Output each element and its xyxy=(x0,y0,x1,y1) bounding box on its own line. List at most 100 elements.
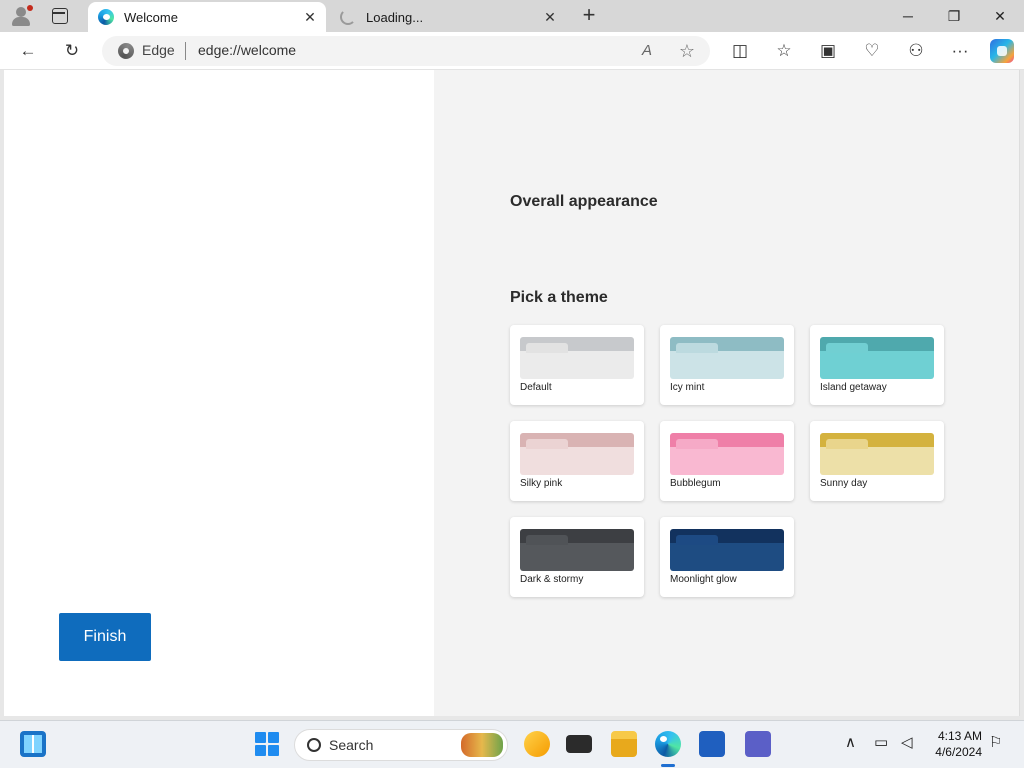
task-view-icon[interactable] xyxy=(566,735,592,753)
taskbar: Search ∧ ▭ ◁ 4:13 AM 4/6/2024 ⚐ xyxy=(0,720,1024,768)
windows-logo-icon xyxy=(255,745,266,756)
search-highlight-image xyxy=(461,733,503,757)
collections-icon[interactable]: ▣ xyxy=(816,39,840,63)
theme-option[interactable]: Island getaway xyxy=(810,325,944,405)
theme-preview-content xyxy=(670,543,784,571)
theme-preview-tab xyxy=(676,439,718,449)
theme-option[interactable]: Icy mint xyxy=(660,325,794,405)
theme-preview-tab xyxy=(526,439,568,449)
tab-strip: Welcome ✕ Loading... ✕ + ─ ❐ ✕ xyxy=(0,0,1024,32)
theme-preview-tab xyxy=(826,439,868,449)
theme-name: Island getaway xyxy=(820,382,887,393)
copilot-icon[interactable] xyxy=(990,39,1014,63)
notification-dot xyxy=(27,5,33,11)
volume-muted-icon[interactable]: ◁ xyxy=(901,733,913,751)
profile-avatar[interactable] xyxy=(10,5,34,27)
extensions-icon[interactable]: ⚇ xyxy=(904,39,928,63)
clock-date: 4/6/2024 xyxy=(935,745,982,759)
profile-icon xyxy=(16,7,26,17)
clock-time: 4:13 AM xyxy=(937,729,982,743)
theme-name: Bubblegum xyxy=(670,478,721,489)
theme-preview-tab xyxy=(676,343,718,353)
browser-essentials-icon[interactable]: ♡ xyxy=(860,39,884,63)
theme-preview-content xyxy=(670,447,784,475)
theme-name: Silky pink xyxy=(520,478,563,489)
theme-option[interactable]: Dark & stormy xyxy=(510,517,644,597)
network-icon[interactable]: ▭ xyxy=(874,733,888,751)
minimize-button[interactable]: ─ xyxy=(896,4,920,28)
theme-option[interactable]: Bubblegum xyxy=(660,421,794,501)
refresh-button[interactable]: ↻ xyxy=(60,39,84,63)
show-hidden-icons-button[interactable]: ∧ xyxy=(845,733,856,751)
edge-taskbar-icon[interactable] xyxy=(655,731,681,757)
tab-welcome[interactable]: Welcome ✕ xyxy=(88,2,326,32)
active-app-indicator xyxy=(661,764,675,767)
loading-spinner-icon xyxy=(340,9,356,25)
finish-button[interactable]: Finish xyxy=(59,613,151,661)
add-favorite-icon[interactable]: ☆ xyxy=(676,40,698,62)
theme-preview xyxy=(670,337,784,379)
theme-preview-tab xyxy=(676,535,718,545)
theme-name: Sunny day xyxy=(820,478,868,489)
pick-theme-heading: Pick a theme xyxy=(510,289,608,306)
split-screen-icon[interactable]: ◫ xyxy=(728,39,752,63)
appearance-pane: Overall appearance Pick a theme Default I… xyxy=(434,70,1020,716)
theme-preview-content xyxy=(670,351,784,379)
theme-name: Default xyxy=(520,382,552,393)
notifications-icon[interactable]: ⚐ xyxy=(989,733,1002,751)
theme-name: Dark & stormy xyxy=(520,574,584,585)
tab-close-icon[interactable]: ✕ xyxy=(542,9,558,25)
windows-logo-icon xyxy=(255,732,266,743)
theme-preview-content xyxy=(820,351,934,379)
theme-preview xyxy=(820,337,934,379)
edge-site-icon xyxy=(118,43,134,59)
theme-preview-tab xyxy=(526,343,568,353)
taskbar-search[interactable]: Search xyxy=(294,729,508,761)
start-button[interactable] xyxy=(255,732,279,756)
theme-preview-content xyxy=(520,543,634,571)
search-label: Search xyxy=(329,737,374,753)
favorites-icon[interactable]: ☆ xyxy=(772,39,796,63)
theme-option[interactable]: Sunny day xyxy=(810,421,944,501)
file-explorer-icon[interactable] xyxy=(611,731,637,757)
system-clock[interactable]: 4:13 AM 4/6/2024 xyxy=(930,728,982,760)
tab-loading[interactable]: Loading... ✕ xyxy=(330,2,566,32)
microsoft-store-icon[interactable] xyxy=(699,731,725,757)
tab-title: Loading... xyxy=(366,9,424,25)
back-button[interactable]: ← xyxy=(16,39,40,63)
windows-logo-icon xyxy=(268,732,279,743)
theme-name: Moonlight glow xyxy=(670,574,737,585)
profile-icon-body xyxy=(12,17,30,26)
overall-appearance-heading: Overall appearance xyxy=(510,193,658,210)
theme-option[interactable]: Silky pink xyxy=(510,421,644,501)
tab-title: Welcome xyxy=(124,9,178,25)
restore-button[interactable]: ❐ xyxy=(942,4,966,28)
windows-logo-icon xyxy=(268,745,279,756)
site-label: Edge xyxy=(142,42,175,58)
tab-close-icon[interactable]: ✕ xyxy=(302,9,318,25)
close-window-button[interactable]: ✕ xyxy=(988,4,1012,28)
theme-option[interactable]: Moonlight glow xyxy=(660,517,794,597)
widgets-icon[interactable] xyxy=(20,731,46,757)
read-aloud-icon[interactable]: A xyxy=(636,40,658,62)
copilot-preview-icon[interactable] xyxy=(524,731,550,757)
theme-option[interactable]: Default xyxy=(510,325,644,405)
theme-preview xyxy=(670,433,784,475)
search-icon xyxy=(307,738,321,752)
new-tab-button[interactable]: + xyxy=(578,4,600,26)
theme-preview xyxy=(670,529,784,571)
divider xyxy=(185,42,186,60)
teams-icon[interactable] xyxy=(745,731,771,757)
theme-preview xyxy=(520,433,634,475)
edge-logo-icon xyxy=(98,9,114,25)
left-pane: Finish xyxy=(4,70,434,716)
settings-more-icon[interactable]: ··· xyxy=(948,39,972,63)
tab-actions-icon[interactable] xyxy=(52,8,68,24)
url-text[interactable]: edge://welcome xyxy=(198,42,296,58)
theme-preview xyxy=(520,529,634,571)
theme-preview xyxy=(820,433,934,475)
browser-toolbar: ← ↻ Edge edge://welcome A ☆ ◫ ☆ ▣ ♡ ⚇ ··… xyxy=(0,32,1024,70)
theme-name: Icy mint xyxy=(670,382,705,393)
address-bar[interactable]: Edge edge://welcome A ☆ xyxy=(102,36,710,66)
theme-preview-tab xyxy=(526,535,568,545)
